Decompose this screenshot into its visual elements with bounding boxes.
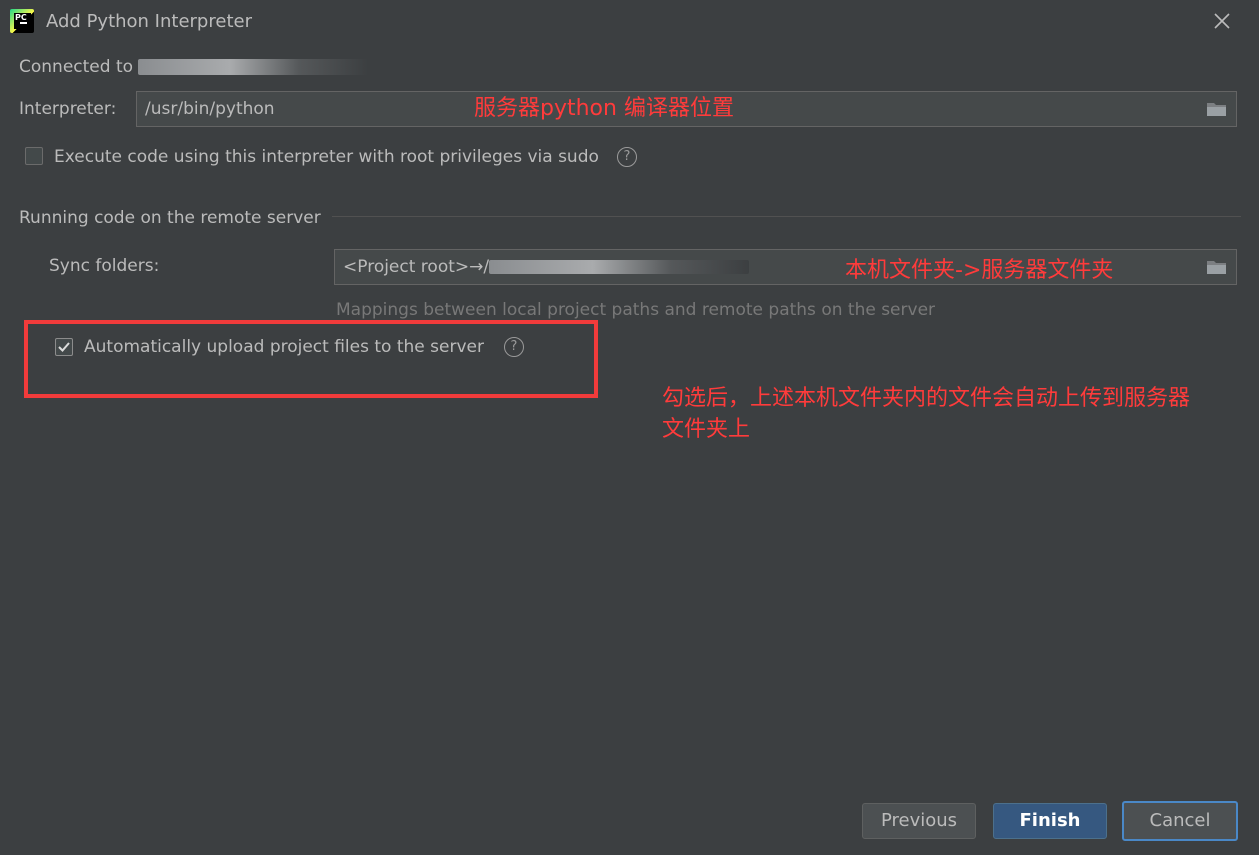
help-icon[interactable]: ? — [504, 337, 524, 357]
interpreter-annotation: 服务器python 编译器位置 — [474, 96, 734, 121]
folder-icon[interactable] — [1206, 101, 1228, 117]
interpreter-path-value: /usr/bin/python — [145, 99, 275, 119]
previous-button[interactable]: Previous — [862, 803, 976, 839]
help-icon[interactable]: ? — [617, 147, 637, 167]
redacted-path — [489, 260, 750, 274]
pycharm-logo-icon: PC — [10, 9, 34, 33]
upload-annotation-line2: 文件夹上 — [662, 417, 751, 442]
remote-section-heading: Running code on the remote server — [19, 208, 321, 228]
checkmark-icon — [58, 342, 70, 352]
auto-upload-checkbox[interactable] — [55, 338, 73, 356]
folder-icon[interactable] — [1206, 259, 1228, 275]
redacted-host — [138, 59, 369, 75]
sync-folders-value: <Project root>→/ — [343, 257, 490, 277]
close-icon[interactable] — [1211, 10, 1233, 32]
finish-button[interactable]: Finish — [993, 803, 1107, 839]
upload-annotation-line1: 勾选后，上述本机文件夹内的文件会自动上传到服务器 — [662, 386, 1191, 411]
section-divider — [332, 216, 1241, 217]
connection-label: Connected to — [19, 57, 139, 77]
cancel-button[interactable]: Cancel — [1122, 801, 1238, 841]
sync-folders-hint: Mappings between local project paths and… — [336, 300, 936, 320]
highlight-box — [24, 320, 598, 398]
sync-annotation: 本机文件夹->服务器文件夹 — [845, 258, 1114, 283]
sudo-label: Execute code using this interpreter with… — [54, 147, 599, 167]
window-title: Add Python Interpreter — [46, 11, 252, 32]
auto-upload-label: Automatically upload project files to th… — [84, 337, 484, 357]
sync-folders-label: Sync folders: — [49, 256, 160, 276]
interpreter-label: Interpreter: — [19, 99, 117, 119]
sudo-checkbox[interactable] — [25, 147, 43, 165]
title-bar: PC Add Python Interpreter — [0, 0, 1259, 44]
connection-status: Connected to — [19, 57, 369, 77]
